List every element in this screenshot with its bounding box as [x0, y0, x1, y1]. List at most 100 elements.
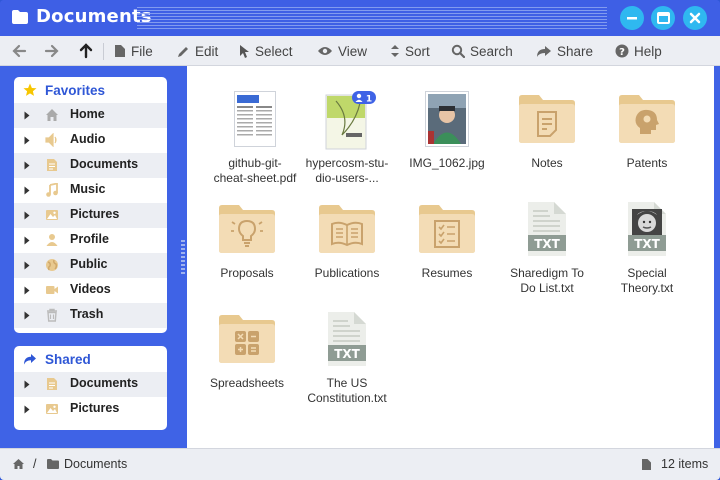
edit-menu-button[interactable]: Edit [177, 36, 218, 66]
arrow-right-icon [44, 44, 59, 58]
sidebar-item-label: Videos [70, 282, 111, 296]
sidebar-item-public[interactable]: Public [14, 253, 167, 278]
folder-item[interactable]: Publications [297, 196, 397, 306]
expand-arrow-icon[interactable] [24, 136, 30, 145]
sidebar-item-music[interactable]: Music [14, 178, 167, 203]
view-menu-button[interactable]: View [317, 36, 367, 66]
expand-arrow-icon[interactable] [24, 380, 30, 389]
favorites-title: Favorites [45, 82, 106, 98]
sidebar-item-label: Public [70, 257, 108, 271]
toolbar-separator [103, 43, 104, 60]
shared-title: Shared [45, 351, 91, 367]
sidebar-item-label: Pictures [70, 207, 120, 221]
sidebar-item-home[interactable]: Home [14, 103, 167, 128]
back-button[interactable] [11, 36, 32, 66]
trash-icon [47, 308, 57, 322]
folder-checklist-icon [419, 205, 475, 253]
file-name: github-git-cheat-sheet.pdf [213, 156, 297, 185]
sidebar-item-label: Music [70, 182, 106, 196]
folder-book-icon [319, 205, 375, 253]
maximize-button[interactable] [651, 6, 675, 30]
status-bar: / Documents 12 items [0, 448, 720, 480]
folder-item[interactable]: Patents [597, 86, 697, 196]
txt-file-icon: TXT [528, 202, 566, 256]
window-title: Documents [36, 6, 152, 27]
close-button[interactable] [683, 6, 707, 30]
share-button[interactable]: Share [536, 36, 593, 66]
speaker-icon [45, 133, 57, 147]
folder-name: Proposals [220, 266, 274, 280]
sidebar-item-pictures[interactable]: Pictures [14, 397, 167, 422]
sidebar-item-documents[interactable]: Documents [14, 153, 167, 178]
globe-icon [46, 259, 58, 271]
title-bar-drag-area[interactable] [137, 7, 607, 29]
expand-arrow-icon[interactable] [24, 405, 30, 414]
sidebar-item-trash[interactable]: Trash [14, 303, 167, 328]
pdf-thumbnail [234, 91, 276, 147]
document-icon [47, 159, 57, 171]
expand-arrow-icon[interactable] [24, 211, 30, 220]
file-name: IMG_1062.jpg [409, 156, 485, 170]
minimize-button[interactable] [620, 6, 644, 30]
toolbar: File Edit Select View Sort Search Share … [0, 36, 720, 66]
file-menu-label: File [131, 43, 153, 59]
search-button[interactable]: Search [451, 36, 513, 66]
folder-item[interactable]: Proposals [197, 196, 297, 306]
forward-button[interactable] [44, 36, 65, 66]
expand-arrow-icon[interactable] [24, 161, 30, 170]
folder-item[interactable]: Resumes [397, 196, 497, 306]
sidebar-item-label: Home [70, 107, 105, 121]
folder-item[interactable]: Notes [497, 86, 597, 196]
expand-arrow-icon[interactable] [24, 186, 30, 195]
file-item[interactable]: TXT Sharedigm To Do List.txt [497, 196, 597, 306]
expand-arrow-icon[interactable] [24, 286, 30, 295]
file-item[interactable]: IMG_1062.jpg [397, 86, 497, 196]
arrow-up-icon [79, 43, 93, 59]
pencil-icon [178, 46, 188, 57]
svg-text:TXT: TXT [634, 237, 660, 251]
sidebar-item-label: Audio [70, 132, 106, 146]
file-menu-button[interactable]: File [114, 36, 153, 66]
sidebar-item-videos[interactable]: Videos [14, 278, 167, 303]
sidebar-item-documents[interactable]: Documents [14, 372, 167, 397]
sidebar-item-pictures[interactable]: Pictures [14, 203, 167, 228]
svg-text:TXT: TXT [534, 237, 560, 251]
up-button[interactable] [79, 36, 98, 66]
folder-item[interactable]: Spreadsheets [197, 306, 297, 416]
sidebar-resize-handle[interactable] [181, 240, 185, 274]
file-name: Special Theory.txt [620, 266, 674, 295]
shared-header[interactable]: Shared [14, 346, 167, 372]
txt-file-icon: TXT [328, 312, 366, 366]
sidebar: Favorites Home Audio Documents Music Picture… [5, 66, 177, 448]
share-label: Share [557, 43, 594, 59]
expand-arrow-icon[interactable] [24, 236, 30, 245]
expand-arrow-icon[interactable] [24, 311, 30, 320]
breadcrumb-current-folder[interactable]: Documents [64, 457, 127, 471]
sort-menu-button[interactable]: Sort [390, 36, 430, 66]
expand-arrow-icon[interactable] [24, 111, 30, 120]
music-note-icon [46, 183, 58, 197]
cursor-pointer-icon [240, 44, 249, 58]
file-item[interactable]: TXT Special Theory.txt [597, 196, 697, 306]
folder-notes-icon [519, 95, 575, 143]
help-button[interactable]: ? Help [615, 36, 662, 66]
file-item[interactable]: TXT The US Constitution.txt [297, 306, 397, 416]
sidebar-item-label: Documents [70, 376, 139, 390]
video-camera-icon [46, 286, 58, 294]
select-menu-button[interactable]: Select [239, 36, 293, 66]
file-item[interactable]: github-git-cheat-sheet.pdf [205, 86, 305, 196]
expand-arrow-icon[interactable] [24, 261, 30, 270]
file-item[interactable]: 1 hypercosm-stu-dio-users-... [297, 86, 397, 196]
title-bar[interactable]: Documents [0, 0, 720, 36]
home-icon[interactable] [12, 458, 25, 470]
folder-name: Publications [314, 266, 380, 280]
sidebar-item-audio[interactable]: Audio [14, 128, 167, 153]
folder-icon [12, 10, 28, 24]
svg-text:1: 1 [366, 95, 372, 105]
maximize-icon [656, 12, 670, 24]
sort-icon [391, 45, 399, 57]
favorites-header[interactable]: Favorites [14, 77, 167, 103]
sidebar-item-profile[interactable]: Profile [14, 228, 167, 253]
picture-icon [46, 210, 58, 220]
arrow-left-icon [12, 44, 27, 58]
